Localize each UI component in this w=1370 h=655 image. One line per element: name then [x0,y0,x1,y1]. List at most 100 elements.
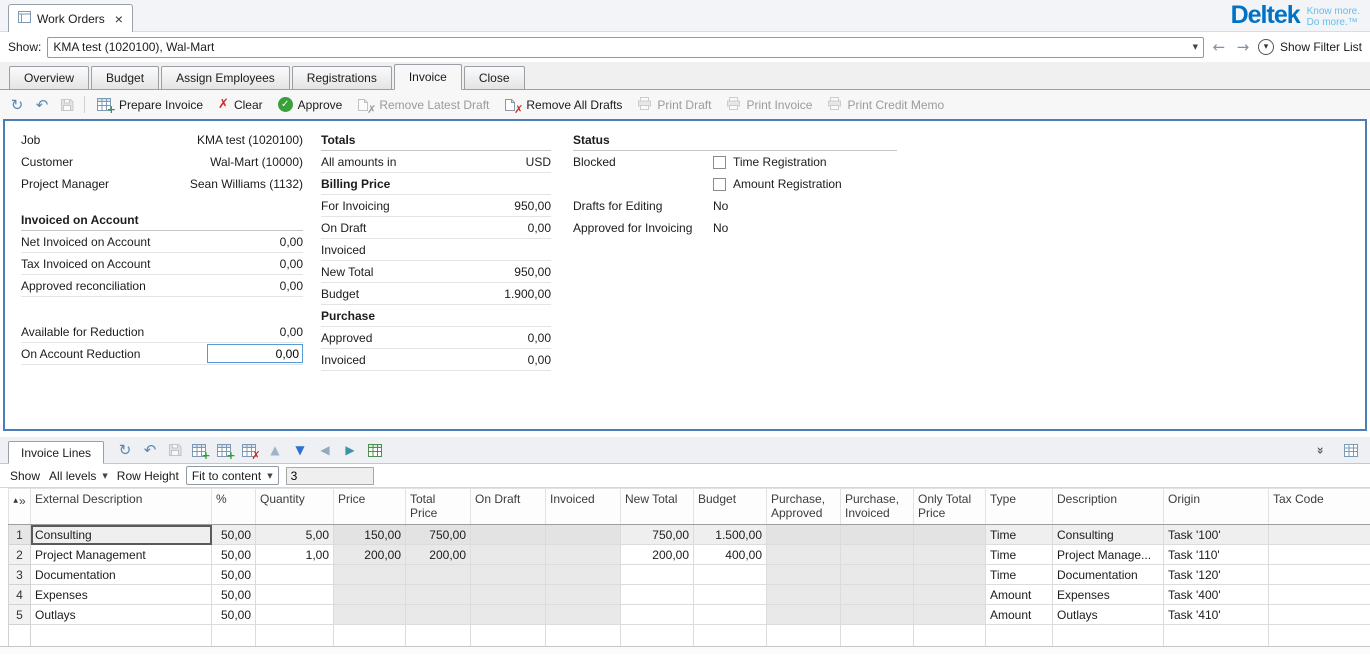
delete-line-icon[interactable]: ✗ [239,439,261,461]
cell[interactable]: 50,00 [212,565,256,585]
cell[interactable]: 150,00 [334,525,406,545]
remove-latest-draft-button[interactable]: ✗ Remove Latest Draft [351,93,495,117]
cell[interactable] [621,605,694,625]
cell[interactable]: 400,00 [694,545,767,565]
col-invoiced[interactable]: Invoiced [546,489,621,525]
cell[interactable] [334,565,406,585]
cell[interactable] [471,565,546,585]
cell[interactable] [767,525,841,545]
tab-budget[interactable]: Budget [91,66,159,89]
col-description[interactable]: Description [1053,489,1164,525]
cell[interactable]: Project Management [31,545,212,565]
cell[interactable] [406,585,471,605]
col-budget[interactable]: Budget [694,489,767,525]
cell[interactable]: Consulting [1053,525,1164,545]
workspace-tab-work-orders[interactable]: Work Orders × [8,4,133,32]
collapse-panel-icon[interactable]: » [1309,439,1331,461]
cell[interactable] [841,525,914,545]
lines-refresh-icon[interactable]: ↻ [114,439,136,461]
row-number[interactable]: 4 [9,585,31,605]
col-percent[interactable]: % [212,489,256,525]
col-price[interactable]: Price [334,489,406,525]
show-filter-list-button[interactable]: Show Filter List [1280,40,1362,54]
cell[interactable] [471,525,546,545]
cell[interactable]: Project Manage... [1053,545,1164,565]
tab-invoice-lines[interactable]: Invoice Lines [8,441,104,464]
col-purchase-approved[interactable]: Purchase, Approved [767,489,841,525]
cell[interactable]: Time [986,545,1053,565]
cell[interactable]: 50,00 [212,545,256,565]
cell[interactable]: Task '400' [1164,585,1269,605]
cell[interactable] [621,565,694,585]
add-line-icon[interactable]: + [189,439,211,461]
lines-undo-icon[interactable]: ↶ [139,439,161,461]
row-height-lines-input[interactable] [286,467,374,485]
cell[interactable] [767,545,841,565]
cell[interactable] [1269,545,1370,565]
cell[interactable] [1269,585,1370,605]
indent-line-icon[interactable]: ▶ [339,439,361,461]
cell[interactable]: 750,00 [621,525,694,545]
col-quantity[interactable]: Quantity [256,489,334,525]
cell[interactable] [546,585,621,605]
cell[interactable] [694,585,767,605]
col-external-description[interactable]: External Description [31,489,212,525]
back-icon[interactable]: ← [1210,38,1228,56]
row-height-selector[interactable]: Fit to content ▼ [186,466,279,485]
show-selector[interactable]: KMA test (1020100), Wal-Mart ▼ [47,37,1204,58]
cell[interactable] [621,585,694,605]
combo-arrow-icon[interactable]: ▼ [1193,43,1198,51]
col-on-draft[interactable]: On Draft [471,489,546,525]
col-purchase-invoiced[interactable]: Purchase, Invoiced [841,489,914,525]
col-new-total[interactable]: New Total [621,489,694,525]
cell[interactable]: 5,00 [256,525,334,545]
row-number[interactable]: 2 [9,545,31,565]
cell[interactable] [1269,525,1370,545]
undo-icon[interactable]: ↶ [31,94,53,116]
cell[interactable] [694,605,767,625]
cell[interactable]: 200,00 [334,545,406,565]
cell[interactable]: Consulting [31,525,212,545]
insert-sub-line-icon[interactable]: + [214,439,236,461]
table-row[interactable]: 2 Project Management 50,00 1,00 200,00 2… [9,545,1370,565]
cell[interactable] [767,585,841,605]
refresh-icon[interactable]: ↻ [6,94,28,116]
print-invoice-button[interactable]: Print Invoice [720,93,818,117]
cell[interactable] [914,565,986,585]
cell[interactable]: Time [986,525,1053,545]
tab-assign-employees[interactable]: Assign Employees [161,66,290,89]
tab-close[interactable]: Close [464,66,525,89]
cell[interactable] [767,605,841,625]
cell[interactable] [471,545,546,565]
col-total-price[interactable]: Total Price [406,489,471,525]
cell[interactable] [1269,565,1370,585]
table-row[interactable]: 4 Expenses 50,00 Amount Expenses Task '4… [9,585,1370,605]
cell[interactable] [1269,605,1370,625]
grid-settings-icon[interactable] [1340,439,1362,461]
cell[interactable]: Documentation [1053,565,1164,585]
cell[interactable] [406,565,471,585]
levels-selector[interactable]: All levels ▼ [47,466,110,486]
col-origin[interactable]: Origin [1164,489,1269,525]
close-icon[interactable]: × [115,13,123,25]
cell[interactable] [841,605,914,625]
print-draft-button[interactable]: Print Draft [631,93,717,117]
col-type[interactable]: Type [986,489,1053,525]
cell[interactable]: Documentation [31,565,212,585]
cell[interactable] [546,565,621,585]
prepare-invoice-button[interactable]: + Prepare Invoice [91,93,209,117]
cell[interactable] [914,585,986,605]
clear-button[interactable]: ✗ Clear [212,93,269,117]
cell[interactable] [914,545,986,565]
cell[interactable]: 200,00 [406,545,471,565]
filter-list-chevron-icon[interactable]: ▾ [1258,39,1274,55]
tab-invoice[interactable]: Invoice [394,64,462,90]
cell[interactable]: Amount [986,605,1053,625]
tab-overview[interactable]: Overview [9,66,89,89]
cell[interactable]: Expenses [1053,585,1164,605]
cell[interactable]: 1,00 [256,545,334,565]
cell[interactable] [694,565,767,585]
on-account-reduction-input[interactable] [207,344,303,363]
table-row[interactable]: 5 Outlays 50,00 Amount Outlays Task '410… [9,605,1370,625]
cell[interactable]: Task '410' [1164,605,1269,625]
